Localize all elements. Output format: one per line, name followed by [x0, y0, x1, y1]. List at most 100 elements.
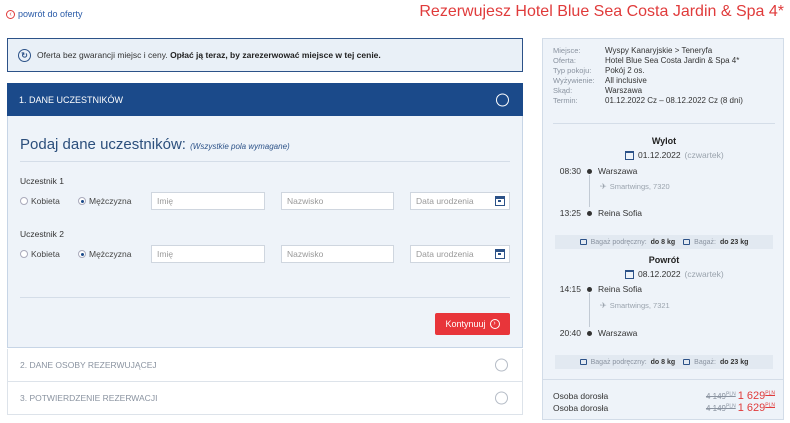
stop-dot-icon	[587, 210, 592, 216]
new-price: 1 629PLN	[738, 402, 775, 414]
airplane-icon: ✈	[600, 182, 607, 191]
page-title: Rezerwujesz Hotel Blue Sea Costa Jardin …	[419, 3, 784, 20]
radio-label-male: Mężczyzna	[89, 196, 132, 206]
outbound-weekday: (czwartek)	[684, 150, 724, 160]
calendar-icon[interactable]	[495, 196, 505, 206]
info-value: Wyspy Kanaryjskie > Teneryfa	[605, 46, 713, 55]
participant-2-first-name-input[interactable]: Imię	[151, 245, 265, 263]
back-arrow-icon: ‹	[6, 9, 15, 19]
participant-2-last-name-input[interactable]: Nazwisko	[281, 245, 394, 263]
booking-summary-sidebar: Miejsce: Wyspy Kanaryjskie > Teneryfa Ofe…	[542, 38, 784, 420]
outbound-date-value: 01.12.2022	[638, 150, 681, 160]
hand-baggage-label: Bagaż podręczny:	[590, 358, 647, 366]
participant-1-label: Uczestnik 1	[20, 176, 64, 186]
back-link-label: powrót do oferty	[18, 9, 83, 19]
info-key: Typ pokoju:	[553, 66, 592, 75]
new-price-currency: PLN	[765, 402, 775, 409]
birthdate-placeholder: Data urodzenia	[416, 249, 474, 259]
birthdate-placeholder: Data urodzenia	[416, 196, 474, 206]
calendar-icon	[625, 150, 634, 160]
arrival-place: Warszawa	[598, 328, 638, 338]
step-participants-header[interactable]: 1. DANE UCZESTNIKÓW	[7, 83, 523, 121]
hold-baggage-label: Bagaż:	[694, 238, 716, 246]
continue-button[interactable]: Kontynuuj ›	[435, 313, 510, 335]
new-price-value: 1 629	[737, 390, 766, 402]
old-price-value: 4 149	[705, 404, 726, 413]
hand-luggage-icon	[579, 239, 587, 245]
step-booker-details[interactable]: 2. DANE OSOBY REZERWUJĄCEJ	[7, 349, 523, 382]
arrow-right-icon: ›	[489, 319, 500, 329]
info-value: Pokój 2 os.	[605, 66, 645, 75]
form-heading-text: Podaj dane uczestników:	[20, 136, 186, 153]
return-date-value: 08.12.2022	[638, 269, 681, 279]
step-confirmation[interactable]: 3. POTWIERDZENIE REZERWACJI	[7, 382, 523, 415]
radio-dot	[20, 250, 28, 258]
suitcase-icon	[683, 359, 691, 365]
info-value: Hotel Blue Sea Costa Jardin & Spa 4*	[605, 56, 740, 65]
price-label: Osoba dorosła	[553, 403, 609, 413]
hand-luggage-icon	[579, 359, 587, 365]
back-to-offer-link[interactable]: ‹ powrót do oferty	[6, 9, 83, 19]
return-departure: 14:15 Reina Sofia	[547, 284, 642, 294]
departure-place: Warszawa	[598, 166, 638, 176]
price-values: 4 149PLN 1 629PLN	[706, 402, 775, 414]
departure-time: 08:30	[559, 166, 581, 176]
calendar-icon	[625, 269, 634, 279]
hand-baggage-value: do 8 kg	[650, 238, 676, 246]
new-price-value: 1 629	[737, 402, 766, 414]
hold-baggage-value: do 23 kg	[719, 358, 749, 366]
step-status-circle-icon	[495, 358, 508, 372]
old-price-currency: PLN	[726, 403, 736, 410]
calendar-icon[interactable]	[495, 249, 505, 259]
participant-1-male-radio[interactable]: Mężczyzna	[78, 196, 132, 206]
outbound-title: Wylot	[651, 136, 677, 146]
participant-1-last-name-input[interactable]: Nazwisko	[281, 192, 394, 210]
participant-1-female-radio[interactable]: Kobieta	[20, 196, 60, 206]
info-key: Oferta:	[553, 56, 576, 65]
price-row: Osoba dorosła 4 149PLN 1 629PLN	[553, 390, 775, 402]
participant-2-birthdate-input[interactable]: Data urodzenia	[410, 245, 510, 263]
participant-1-first-name-input[interactable]: Imię	[151, 192, 265, 210]
arrival-time: 20:40	[559, 328, 581, 338]
form-heading: Podaj dane uczestników: (Wszystkie pola …	[20, 136, 290, 153]
info-key: Termin:	[553, 96, 578, 105]
info-key: Wyżywienie:	[553, 76, 595, 85]
radio-dot-selected	[78, 197, 86, 205]
divider	[543, 379, 783, 380]
new-price-currency: PLN	[765, 390, 775, 397]
departure-time: 14:15	[559, 284, 581, 294]
outbound-baggage: Bagaż podręczny: do 8 kg Bagaż: do 23 kg	[555, 235, 773, 249]
arrival-place: Reina Sofia	[598, 208, 642, 218]
old-price-currency: PLN	[726, 391, 736, 398]
price-values: 4 149PLN 1 629PLN	[706, 390, 775, 402]
participant-2-female-radio[interactable]: Kobieta	[20, 249, 60, 259]
notice-plain-text: Oferta bez gwarancji miejsc i ceny.	[37, 50, 171, 60]
participant-2-label: Uczestnik 2	[20, 229, 64, 239]
hand-baggage-label: Bagaż podręczny:	[590, 238, 647, 246]
price-label: Osoba dorosła	[553, 391, 609, 401]
required-fields-note: (Wszystkie pola wymagane)	[190, 142, 290, 151]
suitcase-icon	[683, 239, 691, 245]
notice-bold-text: Opłać ją teraz, by zarezerwować miejsce …	[170, 50, 381, 60]
return-weekday: (czwartek)	[684, 269, 724, 279]
airplane-icon: ✈	[600, 301, 607, 310]
return-arrival: 20:40 Warszawa	[547, 328, 638, 338]
participant-2-male-radio[interactable]: Mężczyzna	[78, 249, 132, 259]
price-row: Osoba dorosła 4 149PLN 1 629PLN	[553, 402, 775, 414]
radio-label-male: Mężczyzna	[89, 249, 132, 259]
return-baggage: Bagaż podręczny: do 8 kg Bagaż: do 23 kg	[555, 355, 773, 369]
radio-label-female: Kobieta	[31, 249, 60, 259]
divider	[20, 161, 510, 162]
clock-refresh-icon: ↻	[18, 48, 31, 62]
info-value: 01.12.2022 Cz – 08.12.2022 Cz (8 dni)	[605, 96, 743, 105]
step-participants-label: 1. DANE UCZESTNIKÓW	[19, 94, 124, 105]
carrier-value: Smartwings, 7320	[609, 182, 670, 191]
participant-1-birthdate-input[interactable]: Data urodzenia	[410, 192, 510, 210]
step-booker-label: 2. DANE OSOBY REZERWUJĄCEJ	[20, 360, 157, 370]
offer-info: Miejsce: Wyspy Kanaryjskie > Teneryfa Ofe…	[553, 46, 785, 105]
step-status-circle-icon	[496, 93, 509, 106]
stop-dot-icon	[587, 286, 592, 292]
return-date: 08.12.2022 (czwartek)	[625, 269, 724, 279]
divider	[20, 297, 510, 298]
departure-place: Reina Sofia	[598, 284, 642, 294]
